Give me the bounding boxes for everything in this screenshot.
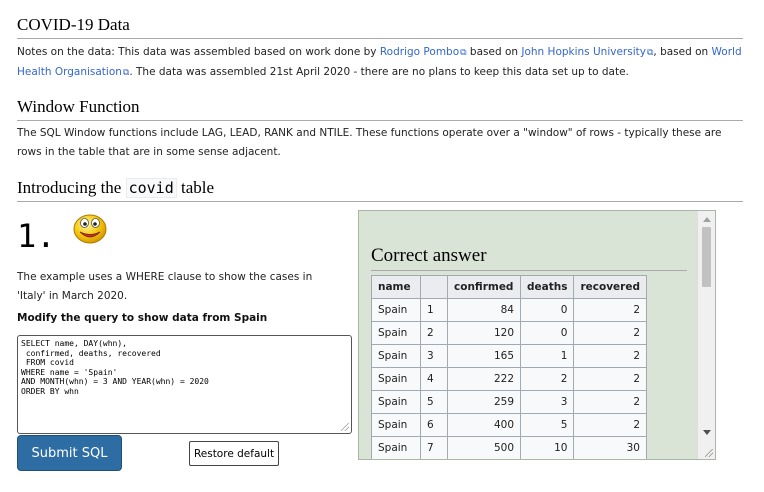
scrollbar-thumb[interactable]: [702, 227, 711, 287]
cell-confirmed: 400: [447, 413, 521, 437]
section-title-window-function: Window Function: [17, 97, 743, 121]
table-header-row: name confirmed deaths recovered: [371, 275, 647, 299]
question-number: 1.: [17, 217, 56, 255]
scroll-up-arrow-icon[interactable]: [703, 217, 711, 222]
cell-recovered: 30: [573, 436, 647, 459]
cell-name: Spain: [371, 436, 421, 459]
notes-paragraph: Notes on the data: This data was assembl…: [17, 46, 742, 78]
cell-day: 1: [420, 298, 448, 322]
cell-recovered: 2: [573, 390, 647, 414]
cell-deaths: 2: [519, 367, 575, 391]
sql-code: SELECT name, DAY(whn), confirmed, deaths…: [21, 339, 209, 396]
column-header-confirmed: confirmed: [447, 275, 521, 299]
cell-day: 7: [420, 436, 448, 459]
column-header-day: [420, 275, 448, 299]
submit-sql-button[interactable]: Submit SQL: [17, 435, 122, 471]
window-function-paragraph: The SQL Window functions include LAG, LE…: [17, 127, 722, 158]
cell-name: Spain: [371, 413, 421, 437]
sql-editor[interactable]: SELECT name, DAY(whn), confirmed, deaths…: [17, 335, 352, 434]
cell-confirmed: 165: [447, 344, 521, 368]
cell-day: 4: [420, 367, 448, 391]
cell-deaths: 3: [519, 390, 575, 414]
scroll-down-arrow-icon[interactable]: [703, 430, 711, 435]
cell-deaths: 0: [519, 321, 575, 345]
resize-handle-icon[interactable]: [341, 423, 349, 431]
answer-scrollbar[interactable]: [697, 211, 715, 459]
column-header-recovered: recovered: [573, 275, 647, 299]
cell-day: 3: [420, 344, 448, 368]
cell-confirmed: 259: [447, 390, 521, 414]
cell-deaths: 0: [519, 298, 575, 322]
cell-confirmed: 500: [447, 436, 521, 459]
table-row: Spain 3 165 1 2: [371, 344, 647, 368]
cell-recovered: 2: [573, 367, 647, 391]
correct-answer-panel: Correct answer name confirmed deaths rec…: [358, 210, 716, 460]
cell-day: 2: [420, 321, 448, 345]
cell-confirmed: 222: [447, 367, 521, 391]
link-john-hopkins[interactable]: John Hopkins University: [521, 46, 646, 58]
cell-recovered: 2: [573, 298, 647, 322]
restore-default-button[interactable]: Restore default: [189, 441, 279, 466]
section-title-introducing-covid: Introducing the covid table: [17, 178, 743, 202]
cell-confirmed: 120: [447, 321, 521, 345]
cell-deaths: 10: [519, 436, 575, 459]
cell-deaths: 5: [519, 413, 575, 437]
cell-name: Spain: [371, 390, 421, 414]
cell-recovered: 2: [573, 344, 647, 368]
table-row: Spain 5 259 3 2: [371, 390, 647, 414]
table-row: Spain 2 120 0 2: [371, 321, 647, 345]
cell-name: Spain: [371, 367, 421, 391]
table-row: Spain 7 500 10 30: [371, 436, 647, 459]
cell-name: Spain: [371, 298, 421, 322]
column-header-name: name: [371, 275, 421, 299]
cell-name: Spain: [371, 321, 421, 345]
resize-handle-icon[interactable]: [705, 449, 713, 457]
cell-recovered: 2: [573, 321, 647, 345]
answer-title: Correct answer: [371, 245, 687, 271]
cell-day: 5: [420, 390, 448, 414]
question-task: Modify the query to show data from Spain: [17, 312, 268, 324]
cell-deaths: 1: [519, 344, 575, 368]
cell-name: Spain: [371, 344, 421, 368]
cell-recovered: 2: [573, 413, 647, 437]
table-row: Spain 1 84 0 2: [371, 298, 647, 322]
table-row: Spain 6 400 5 2: [371, 413, 647, 437]
cell-day: 6: [420, 413, 448, 437]
link-rodrigo-pombo[interactable]: Rodrigo Pombo: [380, 46, 459, 58]
cell-confirmed: 84: [447, 298, 521, 322]
section-title-covid-data: COVID-19 Data: [17, 15, 743, 39]
table-row: Spain 4 222 2 2: [371, 367, 647, 391]
answer-table: name confirmed deaths recovered Spain 1 …: [371, 275, 647, 459]
smiley-face-icon: [73, 214, 107, 244]
column-header-deaths: deaths: [519, 275, 575, 299]
question-intro: The example uses a WHERE clause to show …: [17, 271, 313, 302]
